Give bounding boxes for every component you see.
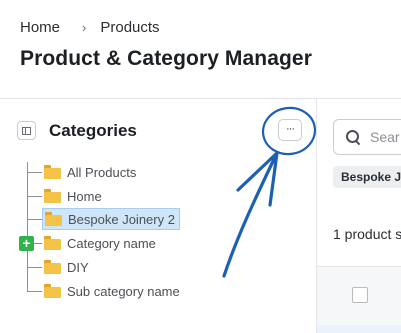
tree-item-label: All Products — [67, 164, 137, 180]
plus-icon[interactable]: + — [19, 236, 34, 251]
search-icon — [346, 130, 361, 146]
products-panel: Sear Bespoke J 1 product s — [317, 99, 401, 333]
tree-branch-line — [27, 195, 42, 197]
tree-item-label: Home — [67, 188, 102, 204]
page-title: Product & Category Manager — [20, 47, 312, 70]
folder-icon — [44, 260, 61, 274]
product-count: 1 product s — [333, 226, 401, 242]
tree-item-home[interactable]: Home — [27, 185, 106, 207]
tree-node[interactable]: Category name — [42, 232, 160, 254]
product-category-manager-page: Home › Products Product & Category Manag… — [0, 0, 401, 333]
folder-icon — [44, 165, 61, 179]
tree-item-all-products[interactable]: All Products — [27, 161, 140, 183]
tree-item-diy[interactable]: DIY — [27, 256, 93, 278]
tree-item-category-name[interactable]: Category name — [27, 232, 160, 254]
tree-branch-line — [27, 266, 42, 268]
category-tree: All Products Home Bespoke Joinery 2 Cate… — [0, 99, 316, 333]
search-placeholder: Sear — [370, 129, 400, 145]
folder-icon — [45, 212, 62, 226]
tree-node[interactable]: All Products — [42, 161, 140, 183]
tree-item-label: Bespoke Joinery 2 — [68, 211, 175, 227]
tree-node[interactable]: Home — [42, 185, 106, 207]
tree-item-label: Sub category name — [67, 283, 180, 299]
table-row[interactable] — [317, 325, 401, 333]
breadcrumb-products-link[interactable]: Products — [100, 19, 159, 36]
categories-panel: Categories ··· All Products Home Bespoke… — [0, 99, 316, 333]
tree-node[interactable]: Sub category name — [42, 280, 184, 302]
tree-branch-line — [27, 290, 42, 292]
product-table-header — [317, 266, 401, 326]
product-search-input[interactable]: Sear — [333, 119, 401, 155]
tree-branch-line — [27, 171, 42, 173]
tree-branch-line — [27, 218, 42, 220]
select-all-checkbox[interactable] — [352, 287, 368, 303]
tree-item-label: DIY — [67, 259, 89, 275]
folder-icon — [44, 236, 61, 250]
category-filter-chip[interactable]: Bespoke J — [333, 166, 401, 188]
tree-node-selected[interactable]: Bespoke Joinery 2 — [42, 208, 180, 230]
tree-node[interactable]: DIY — [42, 256, 93, 278]
tree-item-sub-category-name[interactable]: Sub category name — [27, 280, 184, 302]
folder-icon — [44, 189, 61, 203]
chevron-right-icon: › — [82, 20, 87, 35]
tree-item-label: Category name — [67, 235, 156, 251]
folder-icon — [44, 284, 61, 298]
breadcrumb-home-link[interactable]: Home — [20, 19, 60, 36]
tree-item-bespoke-joinery-2[interactable]: Bespoke Joinery 2 — [27, 208, 180, 230]
breadcrumb: Home › Products — [20, 19, 160, 36]
